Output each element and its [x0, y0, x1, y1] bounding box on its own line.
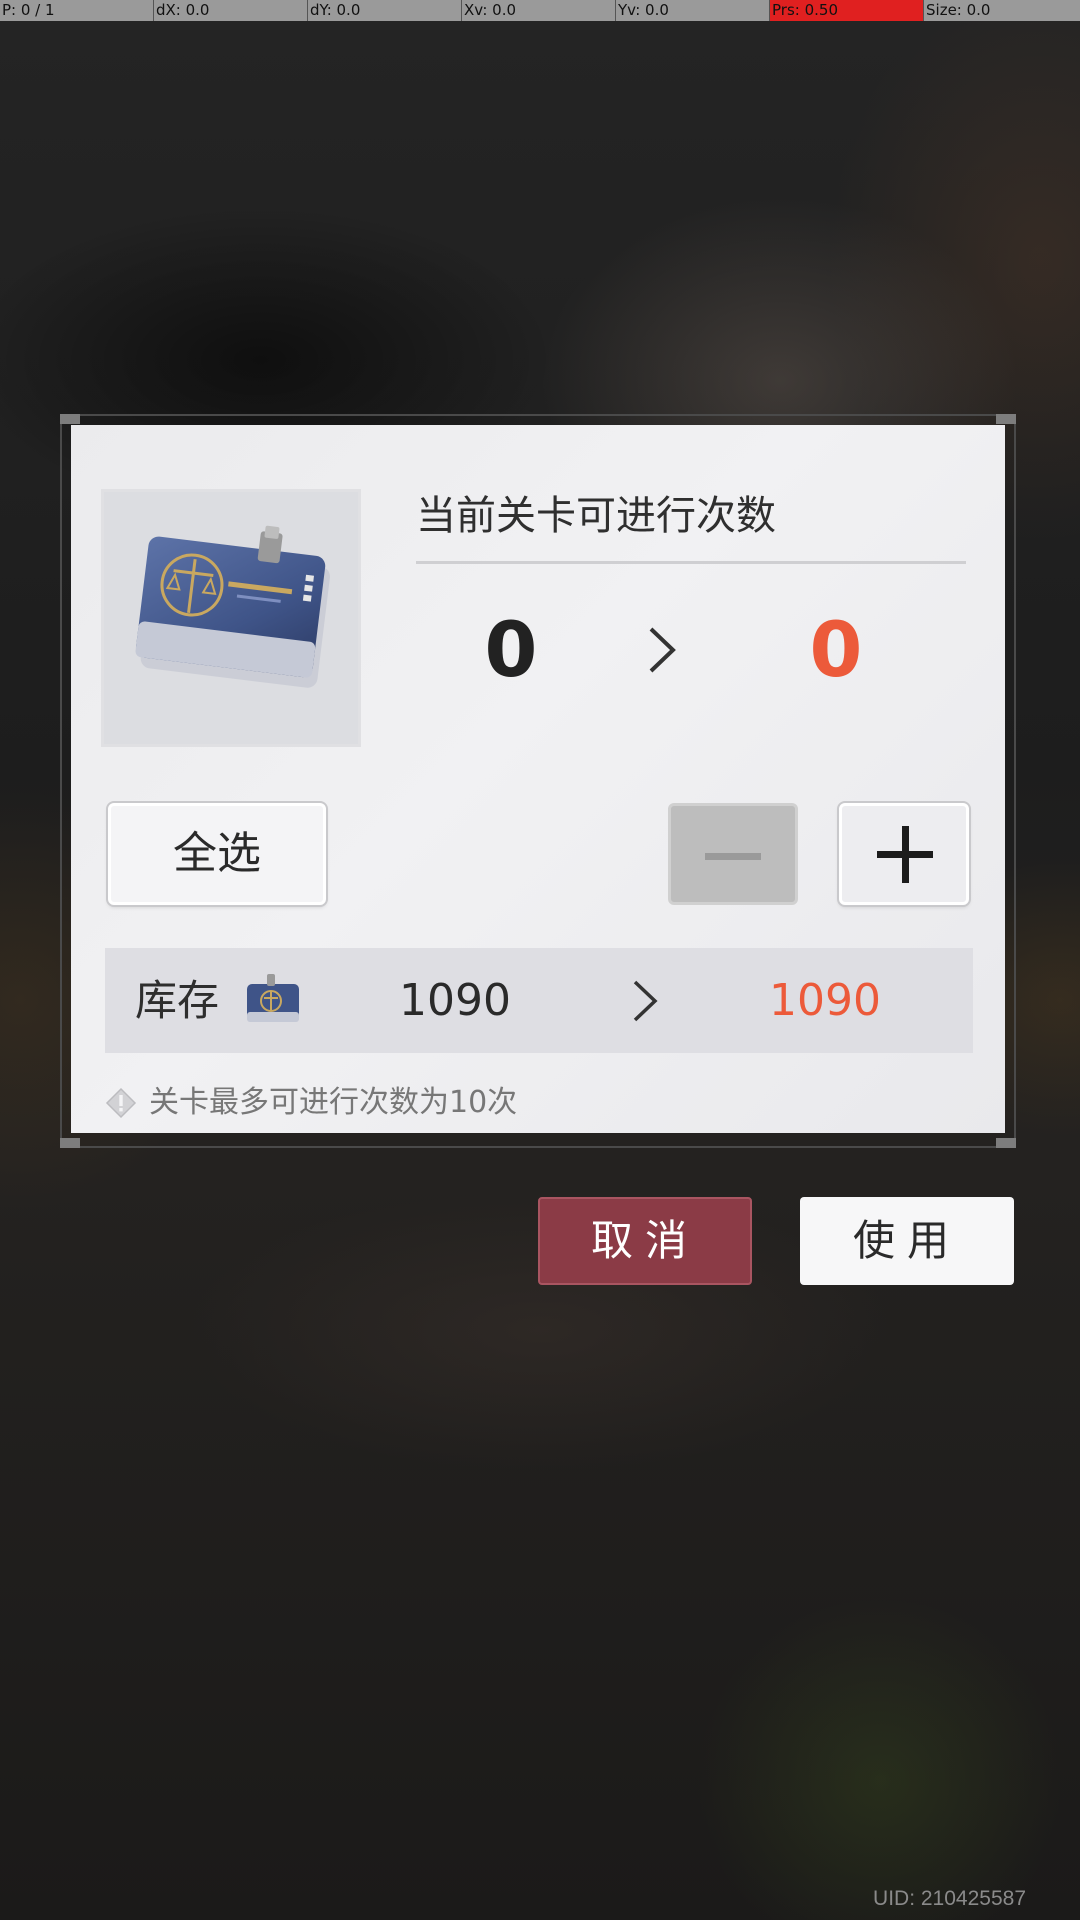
decrease-button[interactable] [668, 803, 798, 905]
item-preview [101, 489, 361, 747]
frame-corner [996, 414, 1016, 424]
debug-dy: dY: 0.0 [308, 0, 462, 21]
frame-corner [996, 1138, 1016, 1148]
chevron-right-icon [633, 980, 658, 1022]
stock-current: 1090 [399, 975, 511, 1026]
remaining-runs-title: 当前关卡可进行次数 [416, 493, 776, 539]
warning-diamond-icon [105, 1087, 137, 1119]
max-runs-hint: 关卡最多可进行次数为10次 [149, 1085, 518, 1120]
current-count: 0 [484, 605, 538, 694]
select-all-button[interactable]: 全选 [108, 803, 326, 905]
debug-pressure: Prs: 0.50 [770, 0, 924, 21]
pass-card-icon [247, 974, 299, 1022]
new-count: 0 [809, 605, 863, 694]
use-button[interactable]: 使用 [800, 1197, 1014, 1285]
stock-after: 1090 [769, 975, 881, 1026]
debug-overlay-bar: P: 0 / 1 dX: 0.0 dY: 0.0 Xv: 0.0 Yv: 0.0… [0, 0, 1080, 21]
use-item-dialog: 当前关卡可进行次数 0 0 全选 库存 1090 1090 关卡最多可进行次数为… [71, 425, 1005, 1133]
chevron-right-icon [649, 627, 676, 673]
law-firm-pass-card-icon [135, 525, 330, 688]
stock-label: 库存 [135, 976, 220, 1025]
plus-icon [902, 826, 909, 883]
cancel-button[interactable]: 取消 [538, 1197, 752, 1285]
user-id-label: UID: 210425587 [873, 1887, 1026, 1910]
frame-corner [60, 1138, 80, 1148]
title-divider [416, 561, 966, 564]
increase-button[interactable] [839, 803, 969, 905]
stock-row: 库存 1090 1090 [105, 948, 973, 1053]
minus-icon [705, 853, 761, 860]
frame-corner [60, 414, 80, 424]
debug-xv: Xv: 0.0 [462, 0, 616, 21]
debug-size: Size: 0.0 [926, 1, 991, 19]
debug-dx: dX: 0.0 [154, 0, 308, 21]
debug-yv: Yv: 0.0 [616, 0, 770, 21]
debug-pointer: P: 0 / 1 [0, 0, 154, 21]
